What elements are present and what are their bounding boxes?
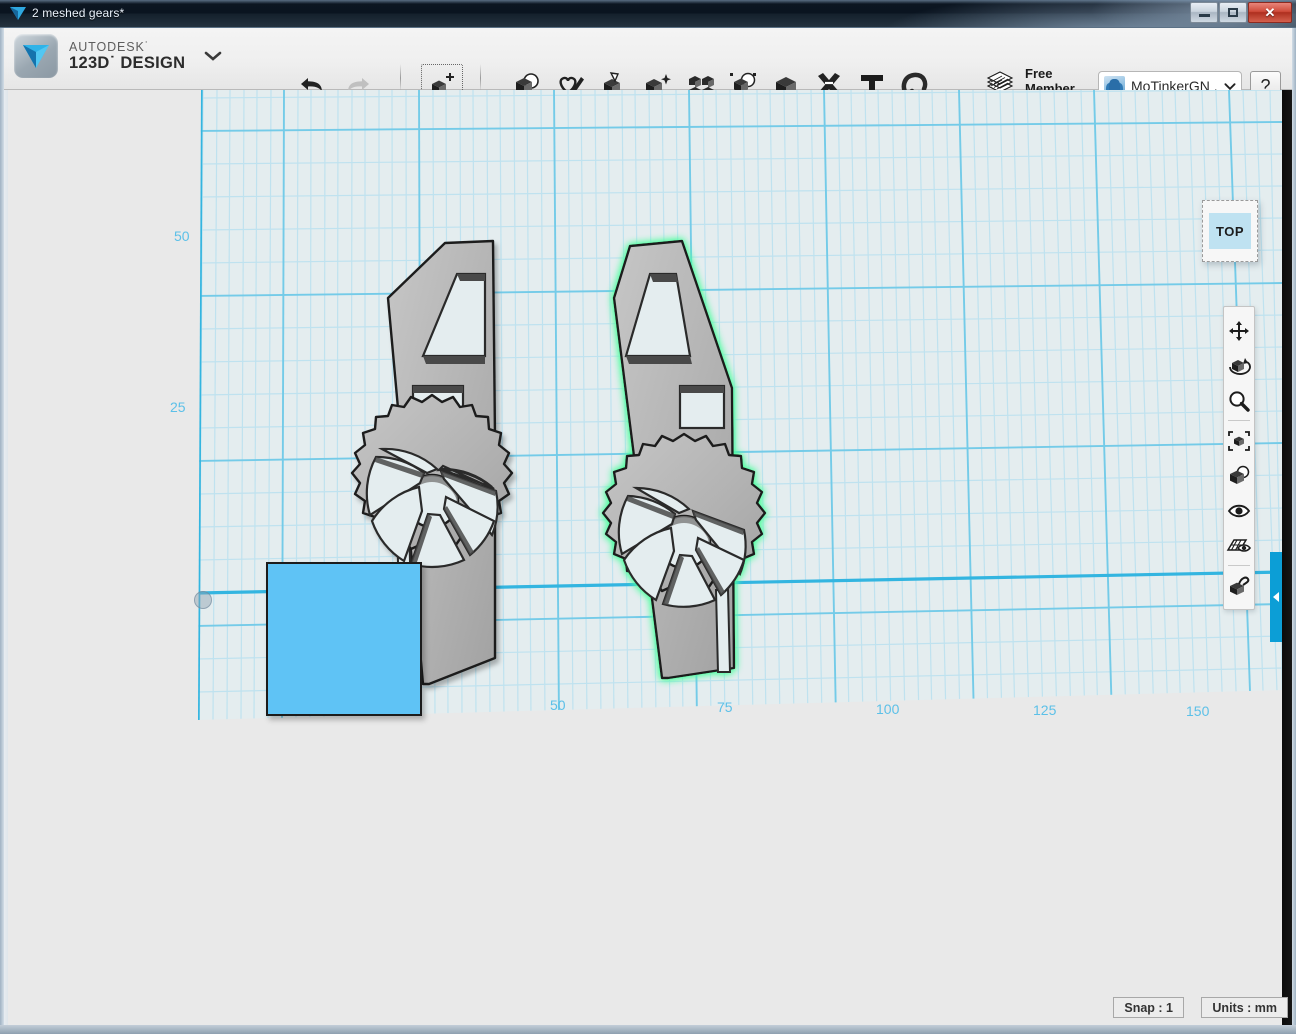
x-axis-label-150: 150: [1186, 703, 1209, 719]
x-axis-label-125: 125: [1033, 702, 1056, 718]
units-status[interactable]: Units : mm: [1201, 997, 1288, 1018]
main-toolbar: AUTODESK˙ 123D˙ DESIGN: [0, 28, 1296, 90]
window-frame-edge: [0, 0, 1296, 4]
view-cube-label: TOP: [1209, 213, 1251, 249]
window-title-bar: 2 meshed gears* ✕: [0, 0, 1296, 28]
3d-viewport[interactable]: 50 75 100 125 150 50 25 TOP: [0, 90, 1296, 1034]
close-button[interactable]: ✕: [1248, 2, 1292, 23]
view-cube-icon[interactable]: TOP: [1202, 200, 1258, 262]
blue-box-object[interactable]: [266, 562, 422, 716]
maximize-button[interactable]: [1219, 2, 1247, 23]
triangle-left-icon: [1273, 592, 1279, 602]
orbit-tool-button[interactable]: [1224, 348, 1254, 383]
window-right-rail: [1292, 28, 1296, 1034]
side-panel-expander[interactable]: [1270, 552, 1282, 642]
material-tool-button[interactable]: [1224, 568, 1254, 603]
paint-bucket-cube-icon: [1227, 575, 1251, 597]
window-controls: ✕: [1190, 2, 1292, 23]
x-axis-label-75: 75: [717, 699, 733, 715]
orbit-cube-icon: [1227, 355, 1251, 377]
toolbar-separator-2: [480, 64, 481, 92]
nav-divider-2: [1228, 565, 1250, 566]
fit-tool-button[interactable]: [1224, 423, 1254, 458]
eye-icon: [1227, 502, 1251, 520]
cube-shading-icon: [1227, 465, 1251, 487]
brand-block[interactable]: AUTODESK˙ 123D˙ DESIGN: [14, 34, 223, 78]
window-left-rail: [0, 28, 4, 1034]
pan-tool-button[interactable]: [1224, 313, 1254, 348]
snap-status[interactable]: Snap : 1: [1113, 997, 1184, 1018]
fit-to-window-icon: [1227, 430, 1251, 452]
autodesk-triangle-icon: [10, 6, 26, 21]
application-window: 2 meshed gears* ✕ AUTODESK: [0, 0, 1296, 1034]
model-objects-layer: [0, 90, 1296, 1034]
y-axis-label-25: 25: [170, 399, 186, 415]
magnifier-icon: [1228, 390, 1250, 412]
zoom-tool-button[interactable]: [1224, 383, 1254, 418]
navigation-toolbar: [1223, 306, 1255, 610]
minimize-button[interactable]: [1190, 2, 1218, 23]
window-bottom-rail: [0, 1025, 1296, 1034]
gear-arm-right: [603, 241, 765, 678]
brand-line-product: 123D˙ DESIGN: [69, 54, 185, 72]
x-axis-label-100: 100: [876, 701, 899, 717]
y-axis-label-50: 50: [174, 228, 190, 244]
four-way-arrow-icon: [1228, 320, 1250, 342]
status-bar: Snap : 1 Units : mm: [0, 997, 1296, 1021]
window-title: 2 meshed gears*: [32, 6, 124, 20]
autodesk-123d-logo-icon: [14, 34, 58, 78]
membership-line-1: Free: [1025, 66, 1075, 81]
restore-icon: [1228, 8, 1238, 17]
close-icon: ✕: [1265, 6, 1276, 19]
minimize-icon: [1199, 14, 1210, 17]
toolbar-separator-1: [400, 64, 401, 92]
brand-line-autodesk: AUTODESK˙: [69, 40, 185, 54]
chevron-down-icon[interactable]: [203, 50, 223, 62]
x-axis-label-50: 50: [550, 697, 566, 713]
visibility-button[interactable]: [1224, 493, 1254, 528]
nav-divider-1: [1228, 420, 1250, 421]
grid-eye-icon: [1226, 536, 1252, 556]
grid-settings-button[interactable]: [1224, 528, 1254, 563]
brand-text: AUTODESK˙ 123D˙ DESIGN: [69, 40, 185, 72]
display-mode-button[interactable]: [1224, 458, 1254, 493]
